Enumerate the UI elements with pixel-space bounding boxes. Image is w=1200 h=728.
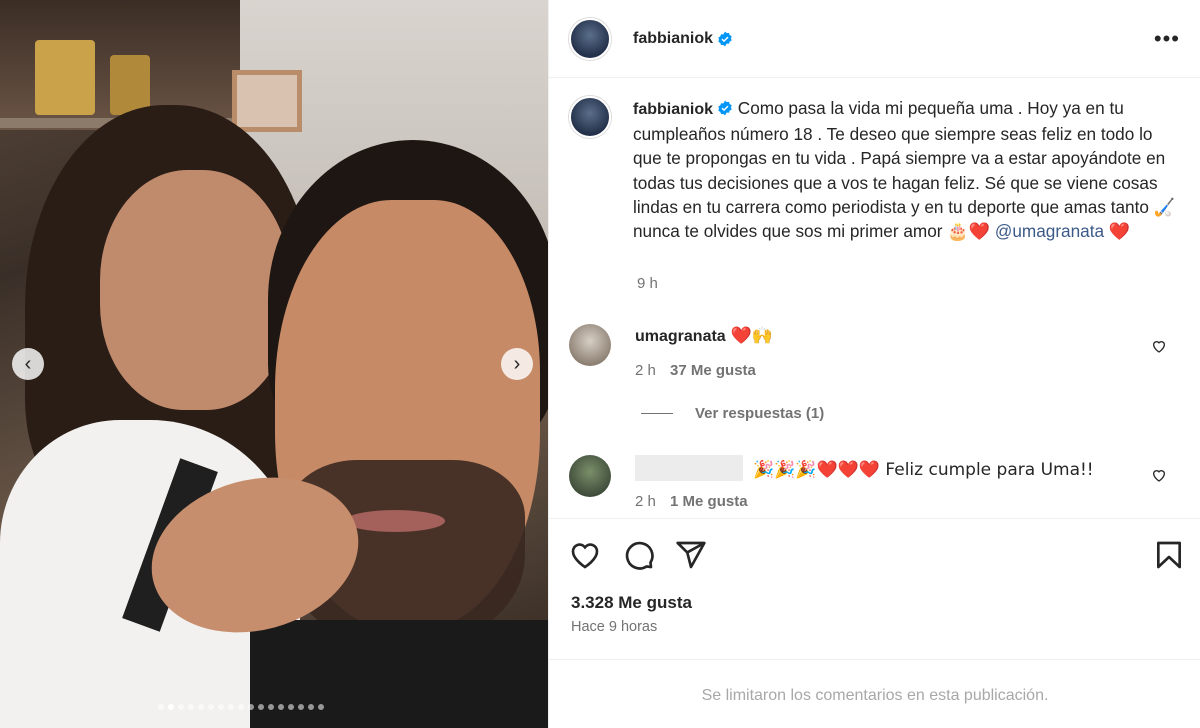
man-shirt <box>250 620 548 728</box>
view-replies-button[interactable]: Ver respuestas (1) <box>641 405 824 422</box>
avatar[interactable] <box>569 324 611 366</box>
heart-icon[interactable] <box>569 539 601 571</box>
carousel-dot <box>158 704 164 710</box>
carousel-dot <box>268 704 274 710</box>
blurred-username <box>635 455 743 481</box>
more-options-icon[interactable]: ••• <box>1154 26 1180 52</box>
carousel-dot <box>188 704 194 710</box>
verified-badge-icon <box>718 31 732 46</box>
post-actions: 3.328 Me gusta Hace 9 horas Se limitaron… <box>549 518 1200 728</box>
likes-count[interactable]: 3.328 Me gusta <box>571 593 692 613</box>
mention-link[interactable]: @umagranata <box>995 221 1104 241</box>
comment-text: ❤️🙌 <box>730 326 773 346</box>
comment-likes[interactable]: 1 Me gusta <box>670 493 748 510</box>
carousel-dot <box>228 704 234 710</box>
carousel-indicator <box>158 704 324 710</box>
caption-text: fabbianiok Como pasa la vida mi pequeña … <box>633 96 1179 244</box>
man-mouth <box>345 510 445 532</box>
caption-time[interactable]: 9 h <box>637 275 658 292</box>
carousel-dot <box>298 704 304 710</box>
avatar[interactable] <box>569 17 611 60</box>
caption-body: Como pasa la vida mi pequeña uma . Hoy y… <box>633 98 1176 242</box>
heart-icon[interactable] <box>1151 467 1167 483</box>
send-icon[interactable] <box>675 539 707 571</box>
carousel-dot <box>168 704 174 710</box>
comment-icon[interactable] <box>623 539 655 571</box>
carousel-dot <box>218 704 224 710</box>
carousel-dot <box>278 704 284 710</box>
carousel-dot <box>248 704 254 710</box>
carousel-prev-button[interactable]: ‹ <box>12 348 44 380</box>
carousel-dot <box>318 704 324 710</box>
carousel-dot <box>208 704 214 710</box>
caption-end-emoji: ❤️ <box>1108 222 1131 243</box>
comment-time[interactable]: 2 h <box>635 493 656 510</box>
comment-likes[interactable]: 37 Me gusta <box>670 362 756 379</box>
post-media[interactable]: ‹ › <box>0 0 548 728</box>
comment-item: 🎉🎉🎉❤️❤️❤️ Feliz cumple para Uma!! 2 h 1 … <box>569 455 1179 514</box>
chevron-left-icon: ‹ <box>24 352 32 375</box>
girl-face <box>100 170 290 410</box>
comments-limited-notice: Se limitaron los comentarios en esta pub… <box>549 659 1200 728</box>
comment-time[interactable]: 2 h <box>635 362 656 379</box>
view-replies-label: Ver respuestas (1) <box>695 405 825 422</box>
carousel-dot <box>198 704 204 710</box>
header-username[interactable]: fabbianiok <box>633 30 713 48</box>
post-panel: fabbianiok ••• fabbianiok Como pasa la v… <box>548 0 1200 728</box>
comment-item: umagranata ❤️🙌 2 h 37 Me gusta <box>569 324 1179 383</box>
bookmark-icon[interactable] <box>1153 539 1185 571</box>
carousel-next-button[interactable]: › <box>501 348 533 380</box>
comment-username[interactable]: umagranata <box>635 328 726 345</box>
carousel-dot <box>288 704 294 710</box>
carousel-dot <box>238 704 244 710</box>
post-header: fabbianiok ••• <box>549 0 1200 78</box>
carousel-dot <box>258 704 264 710</box>
photo-frame <box>232 70 302 132</box>
trophy <box>35 40 95 115</box>
carousel-dot <box>308 704 314 710</box>
caption-username[interactable]: fabbianiok <box>633 101 713 118</box>
comment-text: 🎉🎉🎉❤️❤️❤️ Feliz cumple para Uma!! <box>753 460 1094 480</box>
heart-icon[interactable] <box>1151 338 1167 354</box>
avatar[interactable] <box>569 96 611 138</box>
avatar[interactable] <box>569 455 611 497</box>
verified-badge-icon <box>718 100 732 116</box>
chevron-right-icon: › <box>513 352 521 375</box>
posted-time[interactable]: Hace 9 horas <box>571 619 657 635</box>
replies-divider <box>641 413 673 414</box>
caption: fabbianiok Como pasa la vida mi pequeña … <box>569 96 1179 244</box>
carousel-dot <box>178 704 184 710</box>
